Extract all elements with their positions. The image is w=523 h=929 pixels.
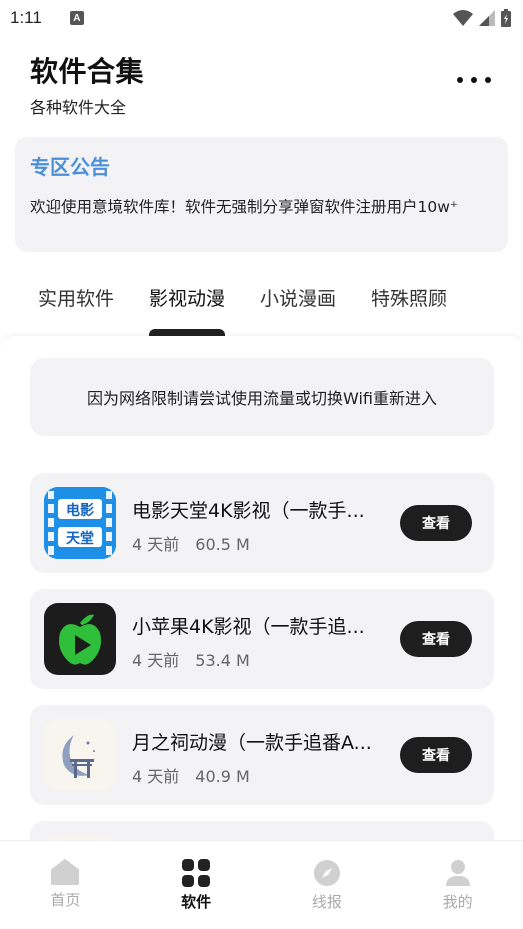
tab-label: 特殊照顾 [371,288,448,310]
app-name: 小苹果4K影视（一款手追... [132,616,365,638]
nav-profile[interactable]: 我的 [392,841,523,929]
dot-icon [457,77,463,83]
nav-label: 首页 [50,891,81,909]
status-icons [453,9,511,27]
icon-text-top: 电影 [66,502,94,519]
dot-icon [471,77,477,83]
app-size: 53.4 M [195,651,250,670]
user-icon [445,860,470,886]
signal-icon [479,10,495,26]
tab-video-anime[interactable]: 影视动漫 [149,284,226,336]
status-bar: 1:11 A [0,0,523,36]
grid-icon [182,859,211,887]
app-list-item[interactable]: 小苹果4K影视（一款手追... 4 天前 53.4 M 查看 [30,589,494,689]
app-meta: 4 天前 60.5 M [132,531,250,555]
wifi-icon [453,10,473,26]
app-updated-time: 4 天前 [132,767,180,786]
tab-label: 小说漫画 [260,288,337,310]
dot-icon [485,77,491,83]
network-notice: 因为网络限制请尝试使用流量或切换Wifi重新进入 [30,358,494,436]
tab-label: 影视动漫 [149,288,226,310]
app-list-item[interactable]: 月之祠动漫（一款手追番A... 4 天前 40.9 M 查看 [30,705,494,805]
app-meta: 4 天前 53.4 M [132,647,250,671]
tab-utility[interactable]: 实用软件 [38,284,114,336]
app-name: 月之祠动漫（一款手追番A... [132,732,372,754]
app-size: 40.9 M [195,767,250,786]
nav-label: 线报 [311,893,342,911]
app-size: 60.5 M [195,535,250,554]
tab-novel-comic[interactable]: 小说漫画 [260,284,336,336]
page-subtitle: 各种软件大全 [30,98,127,117]
app-updated-time: 4 天前 [132,535,180,554]
app-updated-time: 4 天前 [132,651,180,670]
nav-label: 我的 [442,893,473,911]
green-apple-play-icon [44,603,116,675]
announcement-body: 欢迎使用意境软件库！软件无强制分享弹窗软件注册用户10w⁺ [30,198,459,216]
icon-text-bottom: 天堂 [66,530,94,547]
notification-icon: A [69,11,84,25]
battery-icon [501,9,511,27]
app-list-item[interactable]: 电影 天堂 电影天堂4K影视（一款手... 4 天前 60.5 M 查看 [30,473,494,573]
app-meta: 4 天前 40.9 M [132,763,250,787]
active-tab-indicator [149,329,226,336]
tab-special[interactable]: 特殊照顾 [371,284,447,336]
nav-news[interactable]: 线报 [262,841,393,929]
page-title: 软件合集 [30,55,145,88]
category-tabs: 实用软件 影视动漫 小说漫画 特殊照顾 [0,284,523,336]
home-icon [51,859,80,885]
status-time: 1:11 [10,8,42,27]
moon-shrine-icon [44,719,116,791]
bottom-navigation: 首页 软件 线报 我的 [0,840,523,929]
app-name: 电影天堂4K影视（一款手... [132,500,365,522]
view-button[interactable]: 查看 [400,737,472,773]
view-button[interactable]: 查看 [400,505,472,541]
announcement-card: 专区公告 欢迎使用意境软件库！软件无强制分享弹窗软件注册用户10w⁺ [15,137,508,252]
compass-icon [313,860,340,886]
nav-label: 软件 [181,893,212,911]
view-button[interactable]: 查看 [400,621,472,657]
more-options-button[interactable] [457,70,491,90]
nav-home[interactable]: 首页 [0,841,131,929]
page-header: 软件合集 各种软件大全 [30,50,144,118]
film-icon: 电影 天堂 [44,487,116,559]
announcement-title: 专区公告 [30,155,110,179]
nav-software[interactable]: 软件 [131,841,262,929]
tab-label: 实用软件 [38,288,115,310]
app-list-panel: 因为网络限制请尝试使用流量或切换Wifi重新进入 电影 天堂 电影天堂4K影视（… [0,336,523,921]
